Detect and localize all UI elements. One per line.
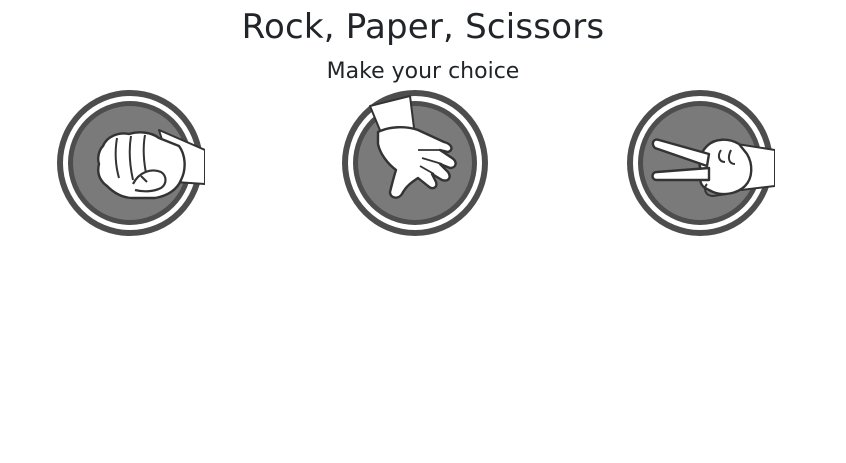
scissors-choice-button[interactable] bbox=[625, 88, 775, 238]
rock-fist-icon bbox=[57, 90, 205, 236]
paper-choice-button[interactable] bbox=[340, 88, 490, 238]
rock-choice-button[interactable] bbox=[55, 88, 205, 238]
paper-hand-icon bbox=[342, 90, 488, 236]
page-subtitle: Make your choice bbox=[326, 59, 520, 84]
page-title: Rock, Paper, Scissors bbox=[241, 7, 605, 47]
scissors-hand-icon bbox=[627, 90, 775, 236]
